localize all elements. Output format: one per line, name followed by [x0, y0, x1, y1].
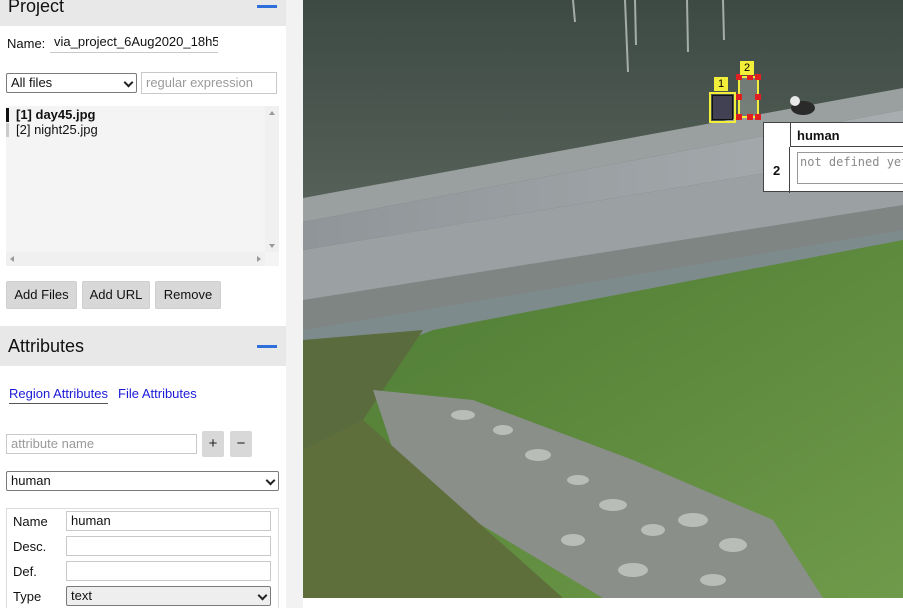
attr-desc-input[interactable] — [66, 536, 271, 556]
scene-image — [303, 0, 903, 598]
attribute-name-input[interactable]: attribute name — [6, 434, 197, 454]
resize-handle[interactable] — [736, 94, 742, 100]
arrow-down-icon[interactable] — [269, 244, 275, 248]
attr-type-label: Type — [13, 589, 42, 604]
tab-file-attributes[interactable]: File Attributes — [118, 386, 197, 401]
add-attribute-button[interactable]: + — [202, 431, 224, 457]
file-filter-select[interactable]: All files — [6, 73, 137, 93]
popup-column-header: human — [790, 123, 903, 147]
file-list-vscroll[interactable] — [265, 106, 279, 252]
arrow-left-icon[interactable] — [10, 256, 14, 262]
resize-handle[interactable] — [755, 94, 761, 100]
panel-separator[interactable] — [286, 0, 303, 608]
attr-type-value: text — [71, 588, 92, 603]
chevron-down-icon — [265, 475, 276, 486]
resize-handle[interactable] — [755, 114, 761, 120]
bird-head — [790, 96, 800, 106]
left-panel: Project Name: via_project_6Aug2020_18h5 … — [0, 0, 286, 608]
attribute-select-value: human — [11, 473, 51, 488]
file-list-item[interactable]: [2] night25.jpg — [16, 122, 98, 137]
project-name-input[interactable]: via_project_6Aug2020_18h5 — [50, 33, 218, 53]
attr-type-select[interactable]: text — [66, 586, 271, 606]
remove-file-button[interactable]: Remove — [155, 281, 221, 309]
region-id-label[interactable]: 2 — [740, 61, 754, 75]
project-collapse-icon[interactable] — [257, 5, 277, 8]
regex-filter-input[interactable]: regular expression — [141, 72, 277, 94]
popup-value-input[interactable]: not defined yet — [797, 152, 903, 184]
tab-region-attributes[interactable]: Region Attributes — [9, 386, 109, 404]
active-file-marker — [6, 108, 9, 122]
region-box[interactable] — [709, 92, 736, 123]
popup-row-id: 2 — [773, 163, 781, 178]
file-list[interactable]: [1] day45.jpg [2] night25.jpg — [6, 106, 279, 266]
attributes-header[interactable]: Attributes — [0, 326, 286, 366]
region-inner — [712, 95, 733, 120]
arrow-up-icon[interactable] — [269, 111, 275, 115]
attribute-select[interactable]: human — [6, 471, 279, 491]
attr-desc-label: Desc. — [13, 539, 47, 554]
popup-row-id-cell: 2 — [764, 147, 790, 193]
arrow-right-icon[interactable] — [257, 256, 261, 262]
attributes-title: Attributes — [8, 336, 85, 356]
region-annotation-popup: human 2 not defined yet — [763, 122, 903, 193]
resize-handle[interactable] — [755, 74, 761, 80]
remove-attribute-button[interactable]: − — [230, 431, 252, 457]
image-canvas[interactable] — [303, 0, 903, 598]
attr-def-input[interactable] — [66, 561, 271, 581]
attribute-properties: Name human Desc. Def. Type text — [6, 508, 279, 608]
region-id-label[interactable]: 1 — [714, 77, 728, 91]
file-filter-value: All files — [11, 75, 53, 90]
attributes-collapse-icon[interactable] — [257, 345, 277, 348]
resize-handle[interactable] — [736, 114, 742, 120]
project-header[interactable]: Project — [0, 0, 286, 26]
chevron-down-icon — [257, 590, 268, 601]
region-box-selected[interactable] — [736, 74, 761, 120]
file-list-item[interactable]: [1] day45.jpg — [16, 107, 95, 122]
add-url-button[interactable]: Add URL — [82, 281, 150, 309]
attr-def-label: Def. — [13, 564, 37, 579]
project-title: Project — [8, 0, 65, 16]
attr-name-input[interactable]: human — [66, 511, 271, 531]
chevron-down-icon — [123, 77, 134, 88]
attr-name-label: Name — [13, 514, 48, 529]
resize-handle[interactable] — [747, 114, 753, 120]
project-name-label: Name: — [7, 36, 46, 51]
file-marker — [6, 123, 9, 137]
add-files-button[interactable]: Add Files — [6, 281, 77, 309]
canvas-bottom-strip — [303, 598, 903, 608]
popup-column-title: human — [797, 128, 840, 143]
file-list-hscroll[interactable] — [6, 252, 265, 266]
